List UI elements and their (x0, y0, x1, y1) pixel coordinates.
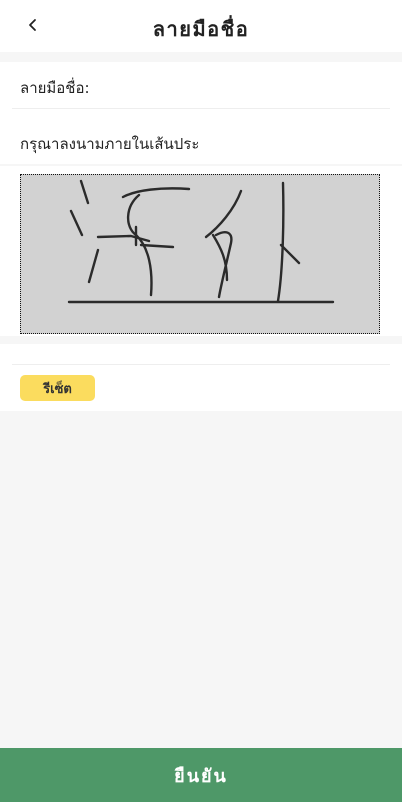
signature-pad[interactable] (20, 174, 380, 334)
signature-label: ลายมือชื่อ: (20, 79, 90, 97)
reset-button[interactable]: รีเซ็ต (20, 375, 95, 401)
confirm-button[interactable]: ยืนยัน (0, 748, 402, 802)
signature-info-card: ลายมือชื่อ: กรุณาลงนามภายในเส้นประ (0, 62, 402, 164)
signature-drawing (67, 179, 335, 304)
divider (12, 108, 390, 109)
signature-hint: กรุณาลงนามภายในเส้นประ (20, 135, 200, 153)
signature-page: ลายมือชื่อ ลายมือชื่อ: กรุณาลงนามภายในเส… (0, 0, 402, 802)
reset-section: รีเซ็ต (0, 344, 402, 411)
page-title: ลายมือชื่อ (152, 17, 250, 41)
header-bar: ลายมือชื่อ (0, 0, 402, 52)
divider (12, 364, 390, 365)
signature-pad-container (0, 166, 402, 336)
